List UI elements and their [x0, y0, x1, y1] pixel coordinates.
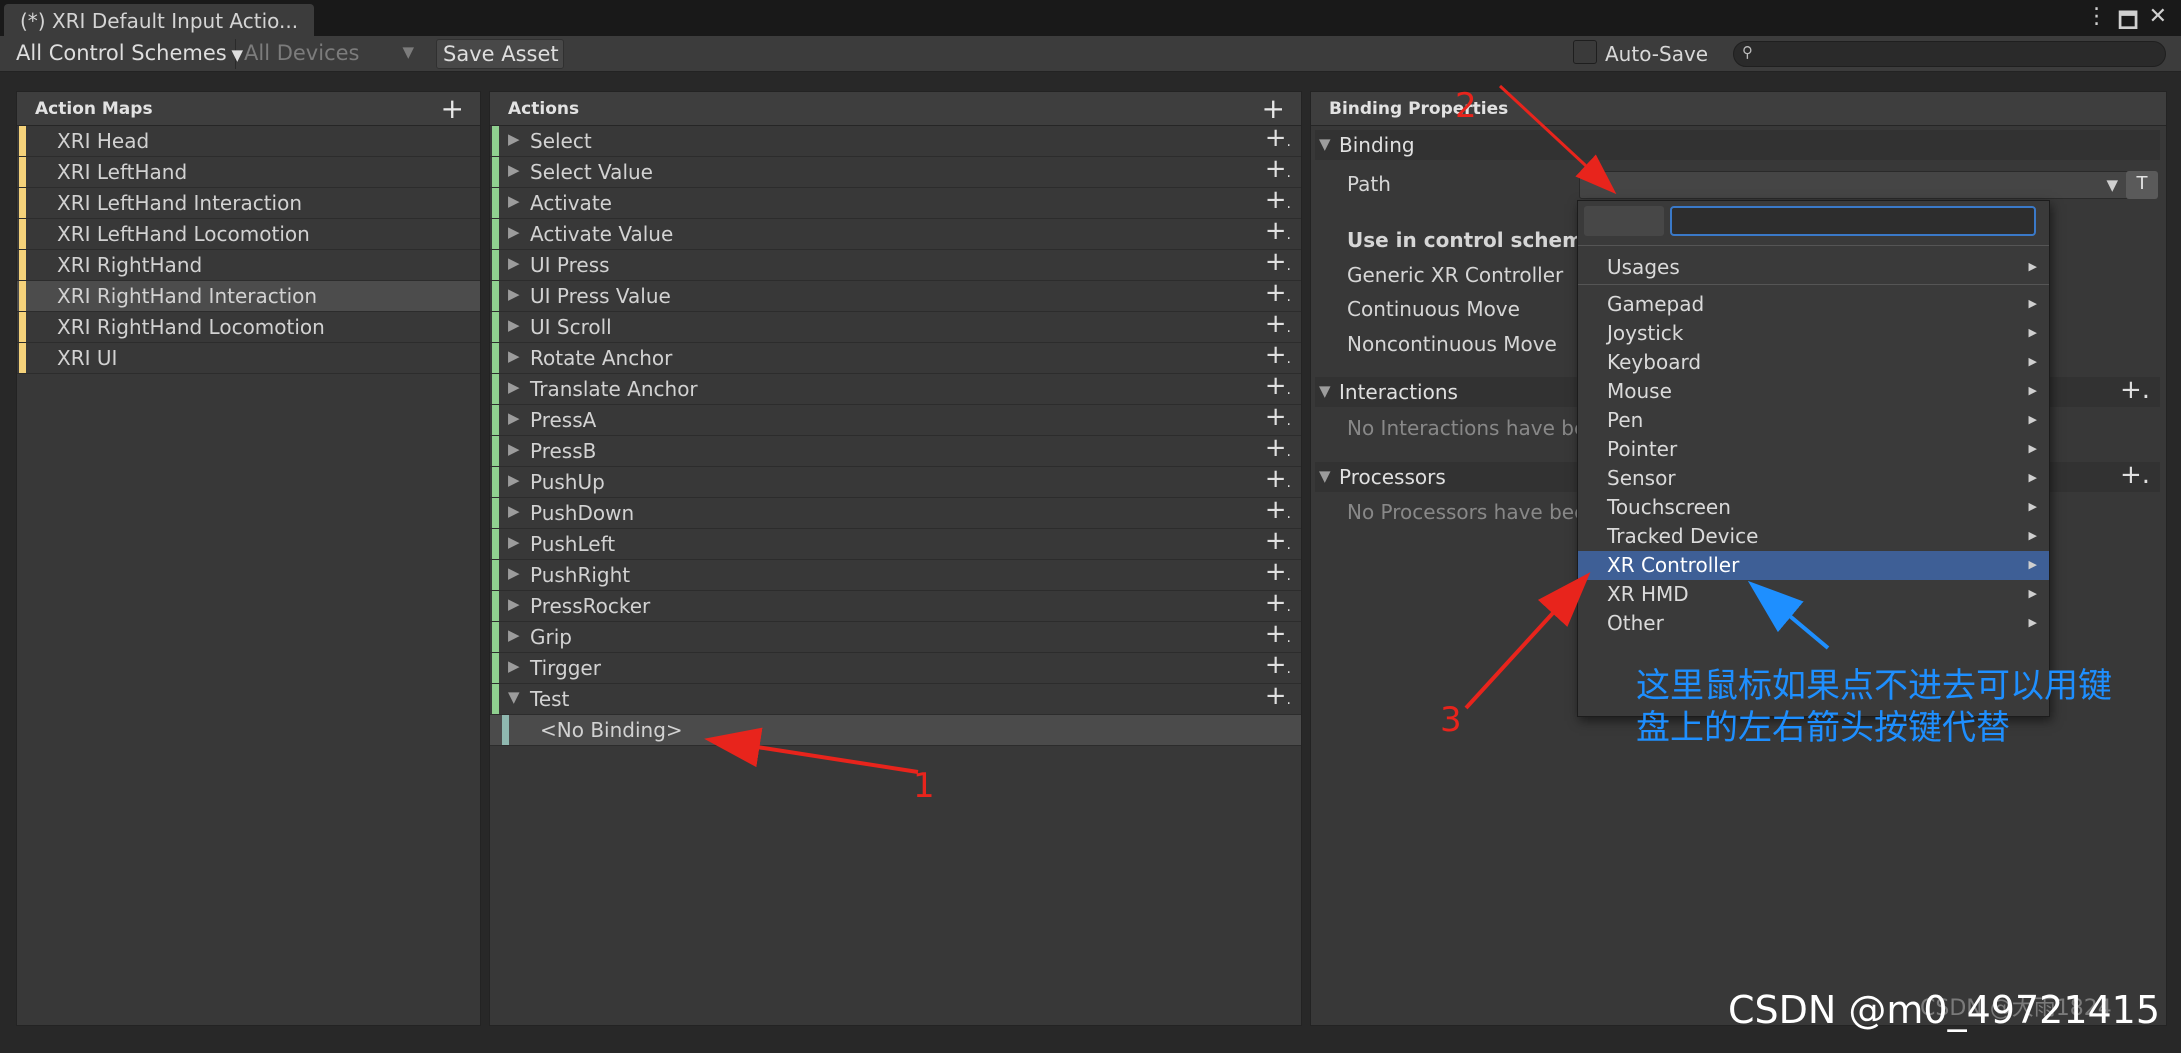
arrow-2: [1498, 84, 1617, 195]
annotation-note: 这里鼠标如果点不进去可以用键盘上的左右箭头按键代替: [1636, 666, 2112, 748]
annotation-number-2: 2: [1455, 86, 1477, 126]
arrow-3: [1464, 572, 1591, 710]
arrow-blue: [1747, 580, 1830, 650]
annotation-number-1: 1: [913, 766, 935, 806]
watermark: CSDN @m0_49721415: [1728, 988, 2161, 1032]
annotation-arrows: [704, 84, 1830, 774]
annotation-number-3: 3: [1440, 700, 1462, 740]
arrow-1: [704, 727, 919, 774]
